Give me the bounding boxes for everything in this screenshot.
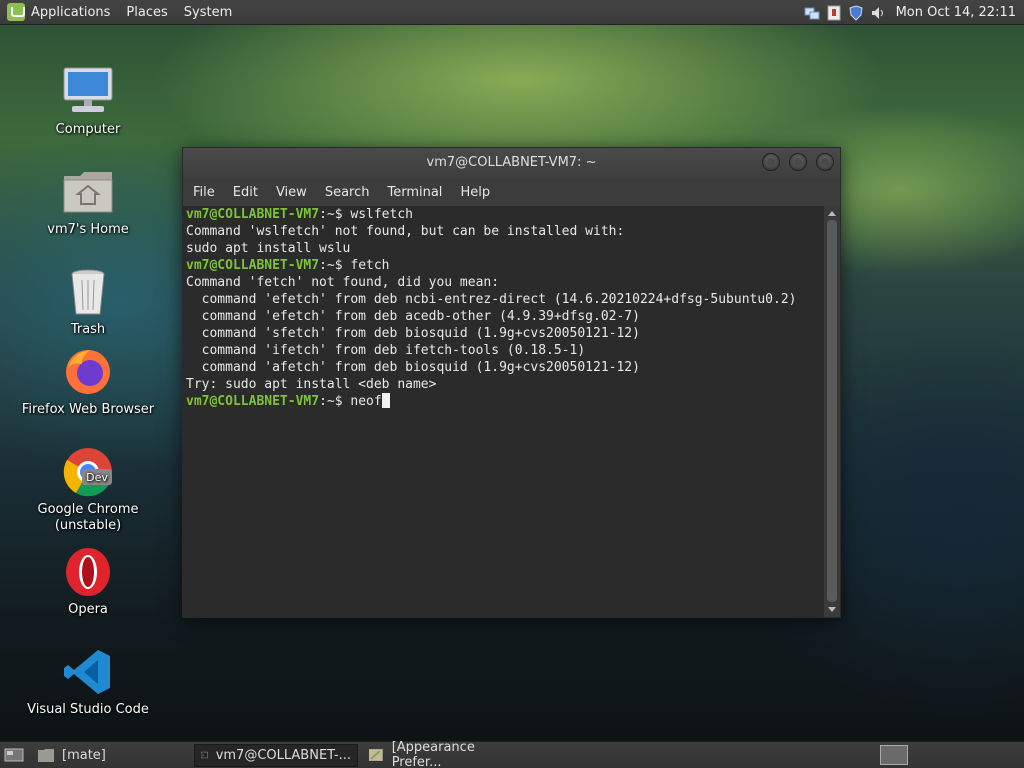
output-line: Command 'wslfetch' not found, but can be… [186, 224, 625, 239]
home-folder-icon [60, 166, 116, 218]
menu-view[interactable]: View [276, 185, 307, 200]
firefox-icon [60, 346, 116, 398]
close-button[interactable] [816, 153, 834, 171]
output-line: sudo apt install wslu [186, 241, 351, 256]
terminal-menubar: File Edit View Search Terminal Help [183, 178, 840, 206]
minimize-button[interactable] [762, 153, 780, 171]
menu-system[interactable]: System [184, 5, 232, 20]
show-desktop-button[interactable] [0, 744, 28, 767]
window-titlebar[interactable]: vm7@COLLABNET-VM7: ~ [183, 148, 840, 178]
prompt-path: :~$ [319, 394, 351, 409]
scroll-up-icon[interactable] [824, 206, 840, 220]
show-desktop-icon [4, 748, 24, 762]
prompt-user: vm7@COLLABNET-VM7 [186, 258, 320, 273]
desktop-icon-label: Google Chrome (unstable) [37, 502, 139, 533]
taskbar-label: [mate] [62, 747, 106, 763]
terminal-scrollbar[interactable] [824, 206, 840, 617]
desktop-icon-firefox[interactable]: Firefox Web Browser [13, 346, 163, 418]
desktop-icon-label: Firefox Web Browser [21, 402, 155, 417]
network-icon[interactable] [804, 5, 820, 21]
output-line: command 'afetch' from deb biosquid (1.9g… [186, 360, 640, 375]
desktop-icon-opera[interactable]: Opera [13, 546, 163, 618]
svg-text:Dev: Dev [86, 471, 108, 484]
volume-icon[interactable] [870, 5, 886, 21]
taskbar-item-mate[interactable]: [mate] [32, 744, 190, 767]
system-tray: Mon Oct 14, 22:11 [804, 0, 1024, 25]
desktop-icon-vscode[interactable]: Visual Studio Code [13, 646, 163, 718]
taskbar-item-terminal[interactable]: vm7@COLLABNET-... [194, 743, 358, 767]
desktop-icon-label: vm7's Home [47, 222, 129, 237]
window-controls [753, 153, 834, 171]
output-line: command 'sfetch' from deb biosquid (1.9g… [186, 326, 640, 341]
menu-applications[interactable]: Applications [31, 5, 110, 20]
workspace-switcher[interactable] [880, 745, 908, 765]
desktop-icon-home[interactable]: vm7's Home [13, 166, 163, 238]
menu-help[interactable]: Help [460, 185, 490, 200]
menu-terminal[interactable]: Terminal [387, 185, 442, 200]
desktop-icon-computer[interactable]: Computer [13, 66, 163, 138]
menu-places[interactable]: Places [126, 5, 167, 20]
prompt-line: vm7@COLLABNET-VM7:~$ wslfetch [186, 206, 826, 223]
terminal-window[interactable]: vm7@COLLABNET-VM7: ~ File Edit View Sear… [182, 147, 841, 618]
mint-logo-icon[interactable] [7, 3, 25, 21]
trash-icon [60, 266, 116, 318]
taskbar-item-appearance[interactable]: [Appearance Prefer... [362, 740, 532, 768]
prompt-path: :~$ [319, 207, 351, 222]
shield-icon[interactable] [848, 4, 864, 21]
chrome-dev-icon: Dev [60, 446, 116, 498]
menu-file[interactable]: File [193, 185, 215, 200]
opera-icon [60, 546, 116, 598]
taskbar-label: [Appearance Prefer... [391, 740, 475, 768]
maximize-button[interactable] [789, 153, 807, 171]
command-text: fetch [350, 258, 390, 273]
current-input[interactable]: neof [350, 394, 381, 409]
prompt-path: :~$ [319, 258, 351, 273]
taskbar-label: vm7@COLLABNET-... [215, 747, 351, 763]
desktop-icon-label: Computer [55, 122, 121, 137]
desktop-icon-label: Visual Studio Code [27, 702, 149, 717]
prompt-line: vm7@COLLABNET-VM7:~$ neof [186, 393, 826, 410]
appearance-icon [368, 749, 383, 761]
menu-edit[interactable]: Edit [233, 185, 258, 200]
output-line: Command 'fetch' not found, did you mean: [186, 275, 500, 290]
terminal-icon [201, 751, 208, 759]
folder-icon [38, 749, 54, 762]
text-cursor [381, 393, 390, 408]
output-line: command 'efetch' from deb acedb-other (4… [186, 309, 640, 324]
window-title: vm7@COLLABNET-VM7: ~ [426, 155, 597, 170]
output-line: Try: sudo apt install <deb name> [186, 377, 437, 392]
desktop-icon-label: Opera [68, 602, 108, 617]
prompt-line: vm7@COLLABNET-VM7:~$ fetch [186, 257, 826, 274]
output-line: command 'efetch' from deb ncbi-entrez-di… [186, 292, 797, 307]
output-line: command 'ifetch' from deb ifetch-tools (… [186, 343, 586, 358]
menu-search[interactable]: Search [325, 185, 370, 200]
terminal-output[interactable]: vm7@COLLABNET-VM7:~$ wslfetch Command 'w… [183, 206, 826, 617]
vscode-icon [60, 646, 116, 698]
scroll-down-icon[interactable] [824, 603, 840, 617]
command-text: wslfetch [350, 207, 413, 222]
desktop-icon-chrome[interactable]: Dev Google Chrome (unstable) [13, 446, 163, 534]
update-manager-icon[interactable] [826, 5, 842, 21]
prompt-user: vm7@COLLABNET-VM7 [186, 207, 320, 222]
prompt-user: vm7@COLLABNET-VM7 [186, 394, 320, 409]
desktop-icon-label: Trash [70, 322, 106, 337]
bottom-panel: [mate] vm7@COLLABNET-... [Appearance Pre… [0, 740, 1024, 768]
computer-icon [60, 66, 116, 118]
desktop-icon-trash[interactable]: Trash [13, 266, 163, 338]
clock[interactable]: Mon Oct 14, 22:11 [896, 5, 1016, 20]
scroll-thumb[interactable] [827, 220, 837, 602]
top-panel: Applications Places System Mon Oct 14, 2… [0, 0, 1024, 25]
